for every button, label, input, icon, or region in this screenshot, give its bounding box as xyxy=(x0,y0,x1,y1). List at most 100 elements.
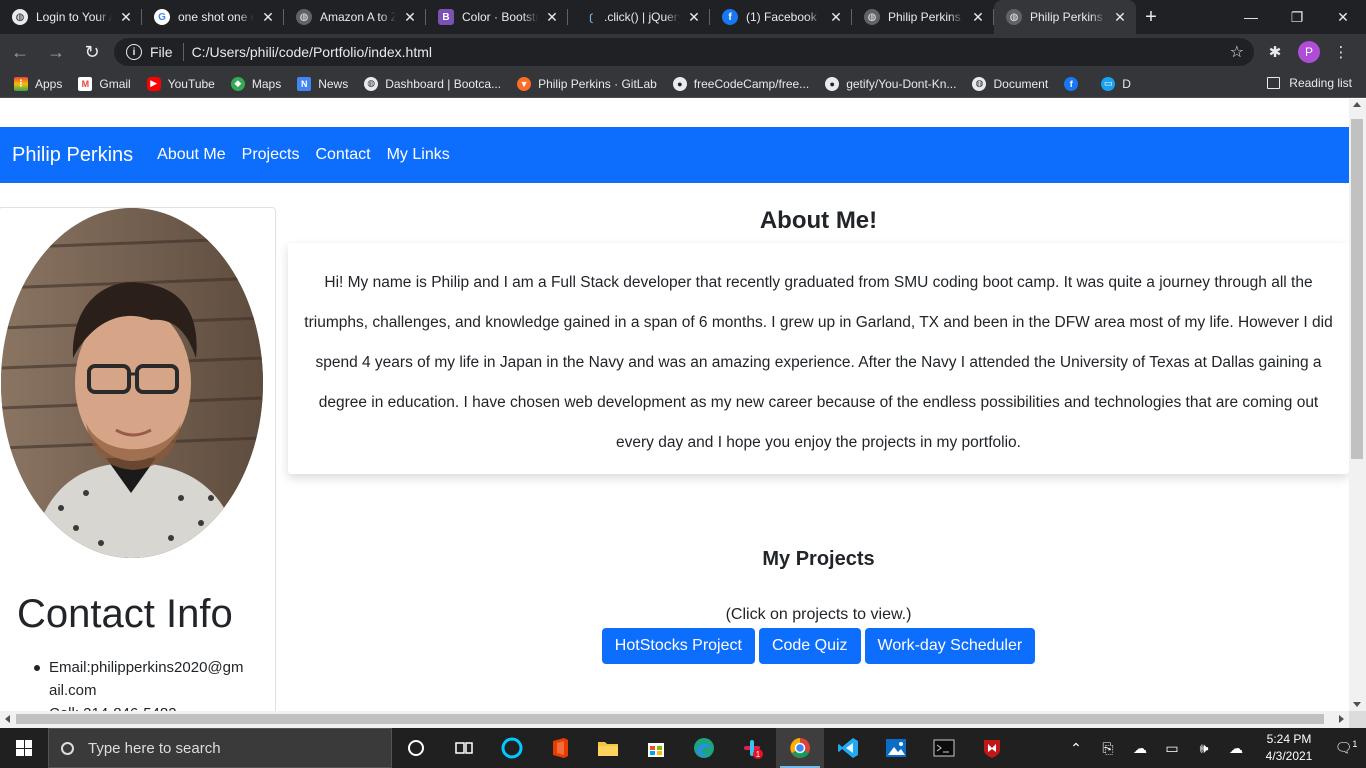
close-tab-icon[interactable]: ✕ xyxy=(1112,9,1128,25)
chevron-up-icon[interactable]: ⌃ xyxy=(1060,740,1092,757)
taskbar-clock[interactable]: 5:24 PM 4/3/2021 xyxy=(1252,731,1326,765)
work-day-scheduler-button[interactable]: Work-day Scheduler xyxy=(864,628,1036,664)
extensions-puzzle-icon[interactable]: ✱ xyxy=(1260,37,1290,67)
bookmark-news[interactable]: N News xyxy=(297,76,348,91)
network-icon[interactable]: ☁ xyxy=(1220,740,1252,757)
nav-link-my-links[interactable]: My Links xyxy=(387,146,450,164)
tab-jquery[interactable]: 〔 .click() | jQuery API ✕ xyxy=(568,0,710,34)
facebook-icon: f xyxy=(1064,76,1079,91)
nav-link-contact[interactable]: Contact xyxy=(315,146,370,164)
page-viewport: Philip Perkins About Me Projects Contact… xyxy=(0,99,1349,711)
onedrive-cloud-icon[interactable]: ☁ xyxy=(1124,740,1156,757)
meet-now-icon[interactable]: ⎘ xyxy=(1092,740,1124,757)
photos-icon[interactable] xyxy=(872,728,920,768)
office-icon[interactable] xyxy=(536,728,584,768)
bookmark-gitlab[interactable]: ▼ Philip Perkins · GitLab xyxy=(517,76,657,91)
bookmark-d[interactable]: ▭ D xyxy=(1101,76,1131,91)
address-bar[interactable]: i File C:/Users/phili/code/Portfolio/ind… xyxy=(114,38,1254,66)
hotstocks-project-button[interactable]: HotStocks Project xyxy=(601,628,755,664)
bookmark-ydkjs[interactable]: ● getify/You-Dont-Kn... xyxy=(825,76,956,91)
edge-icon[interactable] xyxy=(680,728,728,768)
scroll-up-arrow-icon[interactable] xyxy=(1353,102,1361,107)
volume-icon[interactable]: 🕪 xyxy=(1188,740,1220,757)
new-tab-button[interactable]: + xyxy=(1136,0,1166,34)
battery-icon[interactable]: ▭ xyxy=(1156,740,1188,757)
notification-center-icon[interactable]: 🗨1 xyxy=(1326,739,1366,757)
start-button[interactable] xyxy=(0,728,48,768)
mcafee-icon[interactable] xyxy=(968,728,1016,768)
bookmark-star-icon[interactable]: ☆ xyxy=(1230,42,1244,62)
vertical-scrollbar[interactable] xyxy=(1349,99,1366,711)
jquery-icon: 〔 xyxy=(583,13,593,25)
close-tab-icon[interactable]: ✕ xyxy=(686,9,702,25)
contact-title: Contact Info xyxy=(17,592,233,636)
info-icon[interactable]: i xyxy=(126,44,142,60)
bootstrap-icon: B xyxy=(438,9,454,25)
facebook-icon: f xyxy=(722,9,738,25)
horizontal-scrollbar[interactable] xyxy=(0,711,1349,728)
close-tab-icon[interactable]: ✕ xyxy=(402,9,418,25)
close-tab-icon[interactable]: ✕ xyxy=(260,9,276,25)
menu-kebab-icon[interactable]: ⋮ xyxy=(1326,37,1356,67)
search-icon xyxy=(61,741,74,755)
tab-google-search[interactable]: G one shot one comment ✕ xyxy=(142,0,284,34)
url-text[interactable]: C:/Users/phili/code/Portfolio/index.html xyxy=(192,44,432,60)
close-tab-icon[interactable]: ✕ xyxy=(544,9,560,25)
bookmarks-bar: ⋮ Apps M Gmail ▶ YouTube ◆ Maps N News ◍ Dashb… xyxy=(0,70,1366,98)
bookmark-document[interactable]: ◍ Document xyxy=(972,76,1048,91)
tab-facebook[interactable]: f (1) Facebook ✕ xyxy=(710,0,852,34)
scroll-right-arrow-icon[interactable] xyxy=(1339,715,1344,723)
tab-portfolio-active[interactable]: ◍ Philip Perkins Portfolio ✕ xyxy=(994,0,1136,34)
forward-arrow-icon[interactable]: → xyxy=(40,36,72,68)
code-quiz-button[interactable]: Code Quiz xyxy=(758,628,861,664)
clock-time: 5:24 PM xyxy=(1266,732,1312,746)
scroll-down-arrow-icon[interactable] xyxy=(1353,702,1361,707)
file-explorer-icon[interactable] xyxy=(584,728,632,768)
slack-icon[interactable]: 1 xyxy=(728,728,776,768)
back-arrow-icon[interactable]: ← xyxy=(4,36,36,68)
bookmark-maps[interactable]: ◆ Maps xyxy=(230,76,281,91)
close-tab-icon[interactable]: ✕ xyxy=(118,9,134,25)
contact-cell: Cell: 214-846-5482 xyxy=(49,702,249,711)
maximize-button[interactable]: ❐ xyxy=(1274,0,1320,34)
cortana-icon[interactable] xyxy=(392,728,440,768)
windows-taskbar: Type here to search 1 ⌃ ⎘ ☁ ▭ 🕪 ☁ 5:24 P… xyxy=(0,728,1366,768)
bookmark-dashboard[interactable]: ◍ Dashboard | Bootca... xyxy=(364,76,501,91)
reading-list-button[interactable]: Reading list xyxy=(1267,76,1352,90)
reload-icon[interactable]: ↻ xyxy=(76,36,108,68)
close-tab-icon[interactable]: ✕ xyxy=(970,9,986,25)
bookmark-gmail[interactable]: M Gmail xyxy=(78,76,131,91)
gmail-icon: M xyxy=(78,76,93,91)
tab-title: (1) Facebook xyxy=(746,10,817,24)
taskbar-search-box[interactable]: Type here to search xyxy=(48,728,392,768)
site-brand[interactable]: Philip Perkins xyxy=(12,144,133,167)
nav-link-about[interactable]: About Me xyxy=(157,146,225,164)
tab-login[interactable]: ◍ Login to Your Account ✕ xyxy=(0,0,142,34)
close-tab-icon[interactable]: ✕ xyxy=(828,9,844,25)
store-icon[interactable] xyxy=(632,728,680,768)
chrome-icon[interactable] xyxy=(776,728,824,768)
scroll-left-arrow-icon[interactable] xyxy=(5,715,10,723)
close-window-button[interactable]: ✕ xyxy=(1320,0,1366,34)
globe-icon: ◍ xyxy=(364,76,379,91)
bookmark-facebook[interactable]: f xyxy=(1064,76,1085,91)
alexa-icon[interactable] xyxy=(488,728,536,768)
nav-link-projects[interactable]: Projects xyxy=(242,146,300,164)
terminal-icon[interactable] xyxy=(920,728,968,768)
contact-email: Email:philipperkins2020@gmail.com xyxy=(34,656,249,702)
task-view-icon[interactable] xyxy=(440,728,488,768)
tab-title: .click() | jQuery API xyxy=(604,10,680,24)
tab-bootstrap[interactable]: B Color · Bootstrap ✕ xyxy=(426,0,568,34)
system-tray: ⌃ ⎘ ☁ ▭ 🕪 ☁ 5:24 PM 4/3/2021 🗨1 xyxy=(1060,728,1366,768)
bookmark-youtube[interactable]: ▶ YouTube xyxy=(146,76,215,91)
vscode-icon[interactable] xyxy=(824,728,872,768)
tab-amazon[interactable]: ◍ Amazon A to Z ✕ xyxy=(284,0,426,34)
minimize-button[interactable]: — xyxy=(1228,0,1274,34)
horizontal-scroll-thumb[interactable] xyxy=(16,714,1324,724)
profile-avatar[interactable]: P xyxy=(1298,41,1320,63)
bookmark-apps[interactable]: ⋮ Apps xyxy=(14,76,62,91)
vertical-scroll-thumb[interactable] xyxy=(1351,119,1363,459)
bookmark-freecodecamp[interactable]: ● freeCodeCamp/free... xyxy=(672,76,809,91)
clock-date: 4/3/2021 xyxy=(1265,749,1313,763)
tab-portfolio[interactable]: ◍ Philip Perkins Portfolio ✕ xyxy=(852,0,994,34)
